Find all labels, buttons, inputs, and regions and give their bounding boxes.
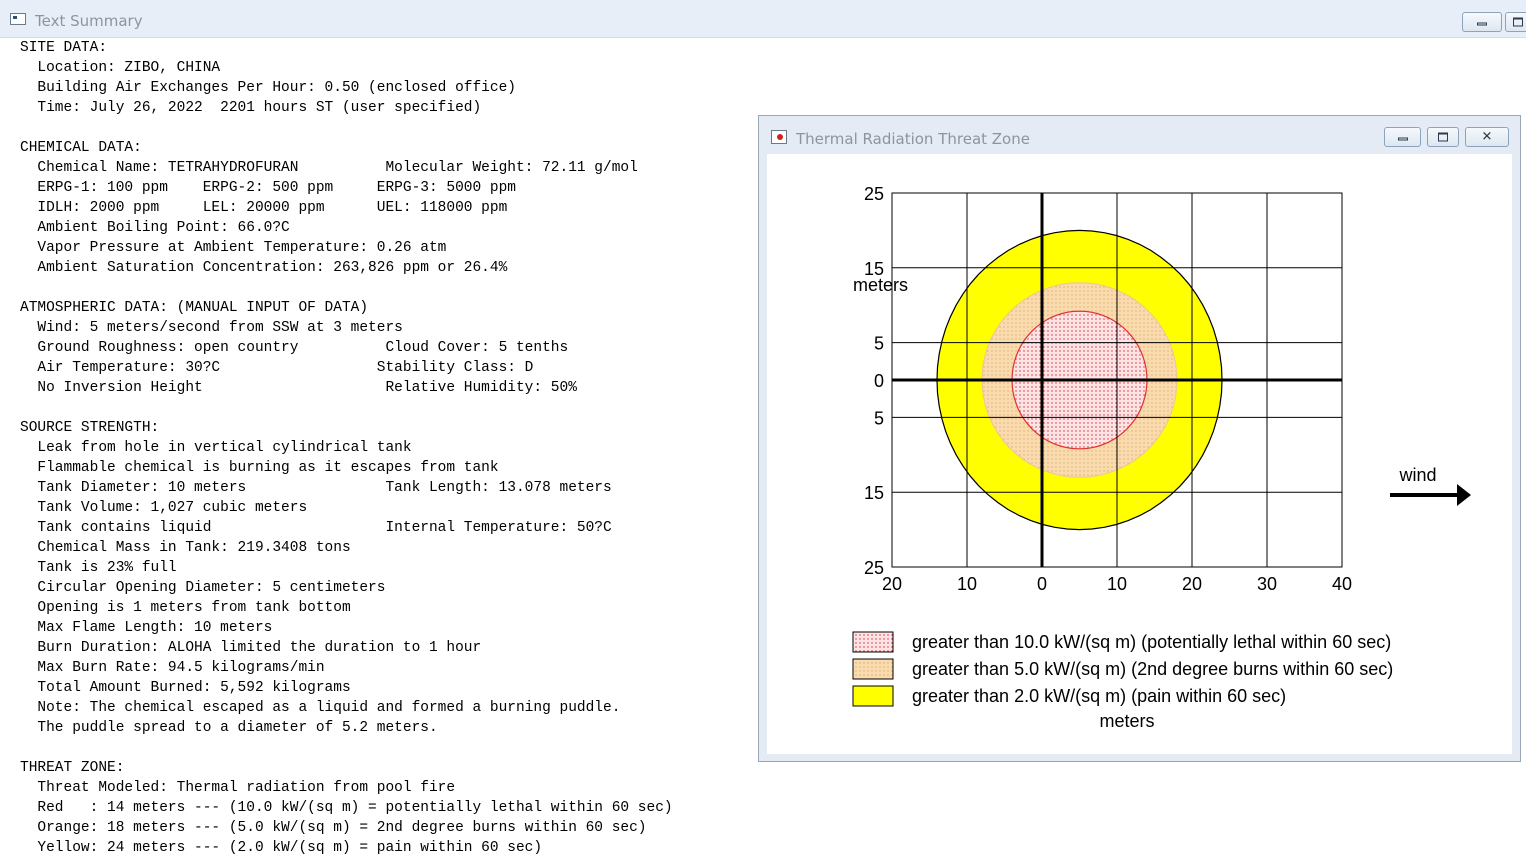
wind-arrow-icon xyxy=(1457,484,1471,506)
summary-line: No Inversion Height Relative Humidity: 5… xyxy=(20,380,577,396)
app-icon xyxy=(10,13,26,25)
summary-line: Ground Roughness: open country Cloud Cov… xyxy=(20,340,569,356)
legend-label-red: greater than 10.0 kW/(sq m) (potentially… xyxy=(912,632,1391,652)
y-tick-label: 15 xyxy=(864,483,884,503)
summary-line: Circular Opening Diameter: 5 centimeters xyxy=(20,580,386,596)
summary-line: IDLH: 2000 ppm LEL: 20000 ppm UEL: 11800… xyxy=(20,200,508,216)
x-tick-label: 10 xyxy=(957,574,977,594)
summary-line: Tank is 23% full xyxy=(20,560,177,576)
y-tick-label: 25 xyxy=(864,184,884,204)
summary-line: Max Flame Length: 10 meters xyxy=(20,620,273,636)
summary-line: Ambient Boiling Point: 66.0?C xyxy=(20,220,290,236)
x-tick-label: 40 xyxy=(1332,574,1352,594)
summary-line: Time: July 26, 2022 2201 hours ST (user … xyxy=(20,100,482,116)
summary-line: Flammable chemical is burning as it esca… xyxy=(20,460,499,476)
summary-line: SOURCE STRENGTH: xyxy=(20,420,160,436)
x-tick-label: 20 xyxy=(882,574,902,594)
x-tick-label: 30 xyxy=(1257,574,1277,594)
summary-line: CHEMICAL DATA: xyxy=(20,140,142,156)
summary-line: Chemical Name: TETRAHYDROFURAN Molecular… xyxy=(20,160,638,176)
minimize-button[interactable] xyxy=(1462,12,1502,32)
summary-line: SITE DATA: xyxy=(20,40,108,56)
summary-line: Tank Volume: 1,027 cubic meters xyxy=(20,500,308,516)
summary-line: Threat Modeled: Thermal radiation from p… xyxy=(20,780,456,796)
x-tick-label: 0 xyxy=(1037,574,1047,594)
legend-swatch-yellow xyxy=(852,685,894,707)
summary-line: Burn Duration: ALOHA limited the duratio… xyxy=(20,640,482,656)
maximize-icon xyxy=(1513,17,1523,27)
summary-line: Note: The chemical escaped as a liquid a… xyxy=(20,700,621,716)
threat-window-title: Thermal Radiation Threat Zone xyxy=(796,130,1030,148)
x-tick-label: 20 xyxy=(1182,574,1202,594)
summary-line: Building Air Exchanges Per Hour: 0.50 (e… xyxy=(20,80,516,96)
summary-line: Chemical Mass in Tank: 219.3408 tons xyxy=(20,540,351,556)
summary-line: Vapor Pressure at Ambient Temperature: 0… xyxy=(20,240,447,256)
window-titlebar: Text Summary xyxy=(0,0,1526,38)
legend-swatch-orange xyxy=(852,658,894,680)
legend-label-orange: greater than 5.0 kW/(sq m) (2nd degree b… xyxy=(912,659,1393,679)
summary-line: Leak from hole in vertical cylindrical t… xyxy=(20,440,412,456)
restore-icon xyxy=(1438,132,1448,142)
threat-close-button[interactable]: ✕ xyxy=(1465,127,1509,147)
summary-line: Yellow: 24 meters --- (2.0 kW/(sq m) = p… xyxy=(20,840,543,856)
summary-line: THREAT ZONE: xyxy=(20,760,125,776)
text-summary: SITE DATA: Location: ZIBO, CHINA Buildin… xyxy=(20,38,673,858)
summary-line: Ambient Saturation Concentration: 263,82… xyxy=(20,260,508,276)
summary-line: Opening is 1 meters from tank bottom xyxy=(20,600,351,616)
threat-minimize-button[interactable] xyxy=(1384,127,1421,147)
summary-line: Total Amount Burned: 5,592 kilograms xyxy=(20,680,351,696)
y-axis-label: meters xyxy=(853,275,908,295)
y-tick-label: 0 xyxy=(874,371,884,391)
x-axis-label: meters xyxy=(1099,711,1154,731)
legend-label-yellow: greater than 2.0 kW/(sq m) (pain within … xyxy=(912,686,1286,706)
y-tick-label: 5 xyxy=(874,408,884,428)
summary-line: Red : 14 meters --- (10.0 kW/(sq m) = po… xyxy=(20,800,673,816)
threat-restore-button[interactable] xyxy=(1427,127,1459,147)
summary-line: Max Burn Rate: 94.5 kilograms/min xyxy=(20,660,325,676)
x-tick-label: 10 xyxy=(1107,574,1127,594)
y-tick-label: 5 xyxy=(874,334,884,354)
summary-line: The puddle spread to a diameter of 5.2 m… xyxy=(20,720,438,736)
summary-line: ERPG-1: 100 ppm ERPG-2: 500 ppm ERPG-3: … xyxy=(20,180,516,196)
wind-label: wind xyxy=(1398,465,1436,485)
summary-line: Orange: 18 meters --- (5.0 kW/(sq m) = 2… xyxy=(20,820,647,836)
plot-area: 20 10 0 10 20 30 40 25 15 5 0 5 15 25 meters meters w… xyxy=(767,154,1512,754)
legend-swatch-red xyxy=(852,631,894,653)
threat-zone-chart: 20 10 0 10 20 30 4025155051525 meters meters w… xyxy=(852,184,1471,731)
wind-indicator: wind xyxy=(1390,465,1471,506)
minimize-icon xyxy=(1477,22,1487,26)
summary-line: Wind: 5 meters/second from SSW at 3 mete… xyxy=(20,320,403,336)
summary-line: Location: ZIBO, CHINA xyxy=(20,60,221,76)
summary-line: Tank Diameter: 10 meters Tank Length: 13… xyxy=(20,480,612,496)
maximize-button[interactable] xyxy=(1505,12,1526,32)
window-title: Text Summary xyxy=(35,12,143,30)
y-tick-label: 25 xyxy=(864,558,884,578)
summary-line: Tank contains liquid Internal Temperatur… xyxy=(20,520,612,536)
close-icon: ✕ xyxy=(1481,129,1493,145)
threat-window-icon xyxy=(771,130,787,144)
minimize-icon xyxy=(1397,137,1408,141)
summary-line: Air Temperature: 30?C Stability Class: D xyxy=(20,360,534,376)
summary-line: ATMOSPHERIC DATA: (MANUAL INPUT OF DATA) xyxy=(20,300,369,316)
threat-zone-window[interactable]: Thermal Radiation Threat Zone ✕ 20 10 0 … xyxy=(758,115,1521,762)
